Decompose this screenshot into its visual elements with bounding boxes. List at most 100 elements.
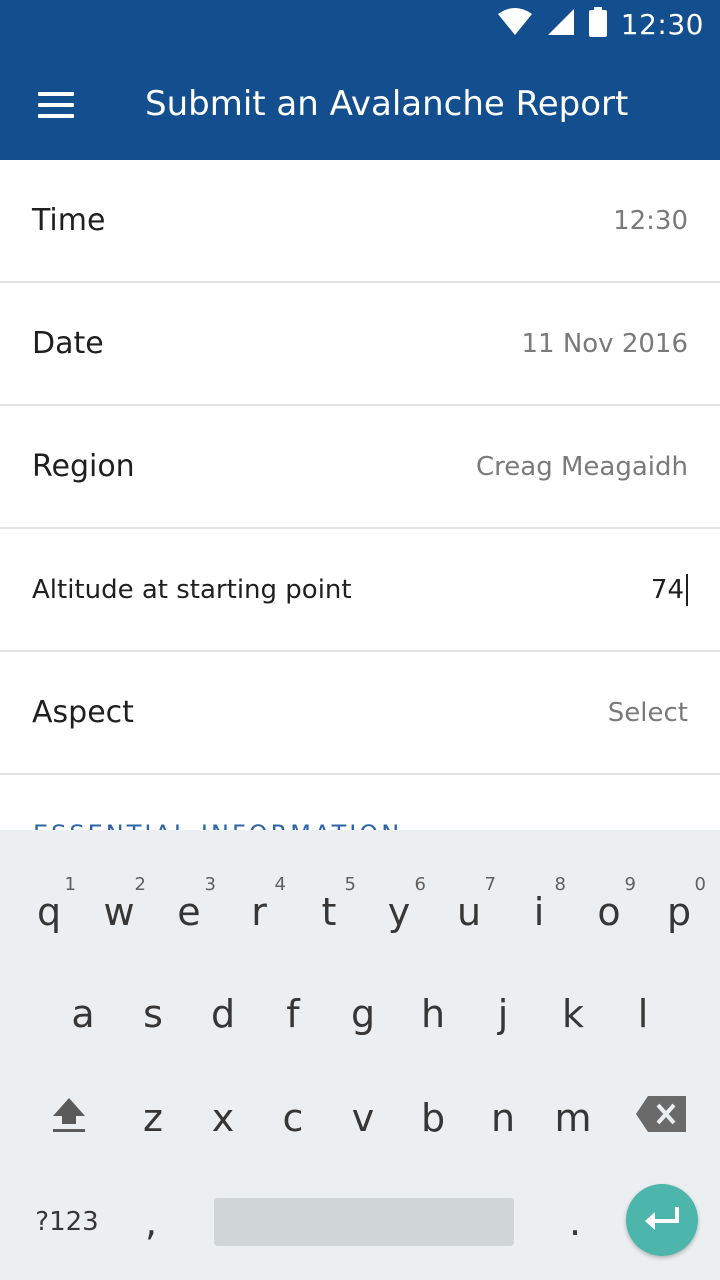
key-d[interactable]: d [188, 974, 258, 1054]
key-hint: 8 [554, 874, 566, 895]
key-hint: 0 [694, 874, 706, 895]
key-label: v [351, 1096, 375, 1140]
date-value[interactable]: 11 Nov 2016 [521, 329, 688, 359]
wifi-icon [497, 8, 533, 40]
date-row[interactable]: Date 11 Nov 2016 [0, 283, 720, 406]
key-label: f [286, 992, 300, 1036]
altitude-label: Altitude at starting point [32, 574, 352, 605]
key-label: o [597, 890, 621, 934]
aspect-select[interactable]: Select [608, 698, 688, 728]
key-label: g [350, 992, 376, 1036]
space-bar[interactable] [214, 1198, 514, 1246]
key-e[interactable]: e3 [154, 872, 224, 952]
time-value[interactable]: 12:30 [613, 206, 688, 236]
key-label: p [666, 890, 692, 934]
key-label: b [420, 1096, 446, 1140]
key-label: e [177, 890, 201, 934]
key-s[interactable]: s [118, 974, 188, 1054]
key-hint: 7 [484, 874, 496, 895]
page-title: Submit an Avalanche Report [145, 84, 629, 124]
altitude-row[interactable]: Altitude at starting point 74 [0, 529, 720, 652]
key-q[interactable]: q1 [14, 872, 84, 952]
key-f[interactable]: f [258, 974, 328, 1054]
shift-key[interactable] [34, 1078, 104, 1158]
key-x[interactable]: x [188, 1078, 258, 1158]
key-v[interactable]: v [328, 1078, 398, 1158]
key-b[interactable]: b [398, 1078, 468, 1158]
shift-icon [49, 1094, 89, 1143]
key-c[interactable]: c [258, 1078, 328, 1158]
key-label: n [490, 1096, 516, 1140]
altitude-input-text: 74 [650, 574, 684, 605]
region-row[interactable]: Region Creag Meagaidh [0, 406, 720, 529]
key-label: u [456, 890, 482, 934]
key-l[interactable]: l [608, 974, 678, 1054]
key-hint: 9 [624, 874, 636, 895]
period-key[interactable]: . [540, 1182, 610, 1262]
key-label: t [321, 890, 337, 934]
comma-key[interactable]: , [116, 1182, 186, 1262]
key-label: k [561, 992, 584, 1036]
key-t[interactable]: t5 [294, 872, 364, 952]
signal-icon [547, 8, 575, 40]
date-label: Date [32, 326, 104, 361]
key-label: . [568, 1200, 582, 1244]
key-hint: 5 [344, 874, 356, 895]
key-hint: 3 [204, 874, 216, 895]
key-label: j [497, 992, 509, 1036]
key-p[interactable]: p0 [644, 872, 714, 952]
key-label: s [143, 992, 163, 1036]
key-label: x [211, 1096, 235, 1140]
symbols-key[interactable]: ?123 [30, 1182, 104, 1262]
key-w[interactable]: w2 [84, 872, 154, 952]
enter-key[interactable] [626, 1184, 698, 1256]
key-n[interactable]: n [468, 1078, 538, 1158]
key-z[interactable]: z [118, 1078, 188, 1158]
menu-icon[interactable] [38, 92, 74, 118]
key-y[interactable]: y6 [364, 872, 434, 952]
altitude-input[interactable]: 74 [650, 573, 688, 606]
region-value[interactable]: Creag Meagaidh [476, 452, 688, 482]
battery-icon [588, 7, 607, 41]
key-i[interactable]: i8 [504, 872, 574, 952]
key-label: , [144, 1200, 158, 1244]
key-u[interactable]: u7 [434, 872, 504, 952]
key-label: l [637, 992, 649, 1036]
essential-information-heading: ESSENTIAL INFORMATION [33, 820, 402, 830]
key-label: ?123 [35, 1207, 99, 1237]
text-caret [686, 573, 688, 606]
key-a[interactable]: a [48, 974, 118, 1054]
backspace-icon [636, 1095, 686, 1141]
key-label: h [420, 992, 446, 1036]
key-h[interactable]: h [398, 974, 468, 1054]
key-g[interactable]: g [328, 974, 398, 1054]
region-label: Region [32, 449, 135, 484]
key-o[interactable]: o9 [574, 872, 644, 952]
key-j[interactable]: j [468, 974, 538, 1054]
key-r[interactable]: r4 [224, 872, 294, 952]
key-label: m [554, 1096, 592, 1140]
time-label: Time [32, 203, 106, 238]
report-form: Time 12:30 Date 11 Nov 2016 Region Creag… [0, 160, 720, 830]
key-m[interactable]: m [538, 1078, 608, 1158]
enter-icon [642, 1203, 682, 1237]
soft-keyboard: q1 w2 e3 r4 t5 y6 u7 i8 o9 p0 a s d f g … [0, 830, 720, 1280]
key-label: c [282, 1096, 304, 1140]
key-label: r [251, 890, 267, 934]
key-label: z [143, 1096, 163, 1140]
time-row[interactable]: Time 12:30 [0, 160, 720, 283]
key-label: a [71, 992, 95, 1036]
key-hint: 2 [134, 874, 146, 895]
key-hint: 6 [414, 874, 426, 895]
status-time: 12:30 [620, 7, 704, 41]
status-bar: 12:30 [497, 7, 704, 41]
key-k[interactable]: k [538, 974, 608, 1054]
key-label: d [210, 992, 236, 1036]
aspect-row[interactable]: Aspect Select [0, 652, 720, 775]
key-label: w [103, 890, 135, 934]
backspace-key[interactable] [626, 1078, 696, 1158]
aspect-label: Aspect [32, 695, 134, 730]
key-label: y [387, 890, 411, 934]
key-label: i [533, 890, 545, 934]
key-label: q [36, 890, 62, 934]
